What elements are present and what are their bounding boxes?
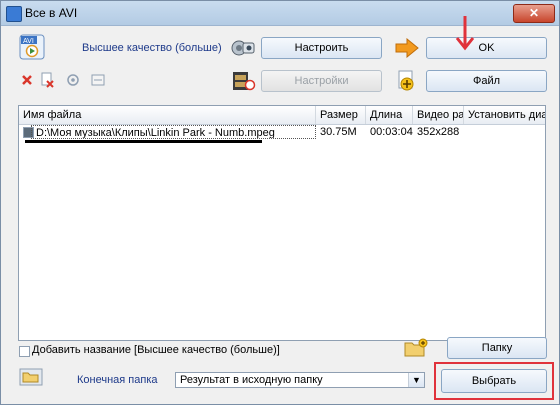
remove-file-icon[interactable] bbox=[41, 72, 55, 88]
add-folder-icon[interactable] bbox=[404, 338, 428, 358]
camera-settings-icon[interactable] bbox=[230, 37, 256, 59]
add-title-label[interactable]: Добавить название [Высшее качество (боль… bbox=[32, 344, 280, 356]
file-size-cell: 30.75M bbox=[320, 126, 357, 138]
quality-label[interactable]: Высшее качество (больше) bbox=[82, 42, 222, 54]
file-video-cell: 352x288 bbox=[417, 126, 460, 138]
delete-icon[interactable] bbox=[21, 74, 33, 86]
add-file-icon[interactable] bbox=[397, 70, 417, 92]
folder-icon bbox=[19, 368, 43, 386]
refresh-icon[interactable] bbox=[66, 73, 80, 87]
annotation-highlight-box bbox=[434, 362, 554, 400]
app-icon bbox=[6, 6, 22, 22]
window-title: Все в AVI bbox=[25, 6, 78, 20]
configure-button[interactable]: Настроить bbox=[261, 37, 382, 59]
column-header-length[interactable]: Длина bbox=[366, 106, 413, 124]
column-header-size[interactable]: Размер bbox=[316, 106, 366, 124]
table-row[interactable]: D:\Моя музыка\Клипы\Linkin Park - Numb.m… bbox=[21, 125, 543, 139]
svg-text:AVI: AVI bbox=[23, 38, 34, 45]
column-header-video[interactable]: Видео ра... bbox=[413, 106, 464, 124]
ok-button[interactable]: OK bbox=[426, 37, 547, 59]
close-button[interactable]: ✕ bbox=[513, 4, 555, 23]
convert-arrow-icon bbox=[395, 37, 419, 59]
column-header-set[interactable]: Установить диа... bbox=[464, 106, 545, 124]
file-list-header: Имя файла Размер Длина Видео ра... Устан… bbox=[19, 106, 545, 125]
properties-icon[interactable] bbox=[91, 74, 105, 86]
dest-folder-select[interactable]: Результат в исходную папку ▼ bbox=[175, 372, 425, 388]
file-name-cell: D:\Моя музыка\Клипы\Linkin Park - Numb.m… bbox=[31, 125, 316, 139]
dest-folder-label: Конечная папка bbox=[77, 374, 158, 386]
avi-format-icon: AVI bbox=[19, 34, 45, 60]
film-icon[interactable] bbox=[232, 70, 256, 92]
client-area: AVI Высшее качество (больше) Настроить O… bbox=[1, 16, 559, 404]
file-set-cell bbox=[464, 125, 543, 139]
file-button[interactable]: Файл bbox=[426, 70, 547, 92]
main-window: Все в AVI ✕ AVI Высшее качество (больше) bbox=[0, 0, 560, 405]
annotation-underline bbox=[25, 140, 262, 143]
file-length-cell: 00:03:04 bbox=[370, 126, 413, 138]
dest-folder-value: Результат в исходную папку bbox=[180, 374, 323, 386]
folder-button[interactable]: Папку bbox=[447, 337, 547, 359]
chevron-down-icon[interactable]: ▼ bbox=[408, 373, 424, 387]
column-header-filename[interactable]: Имя файла bbox=[19, 106, 316, 124]
add-title-checkbox[interactable] bbox=[19, 346, 30, 357]
settings-button[interactable]: Настройки bbox=[261, 70, 382, 92]
annotation-arrow-icon bbox=[454, 14, 476, 52]
